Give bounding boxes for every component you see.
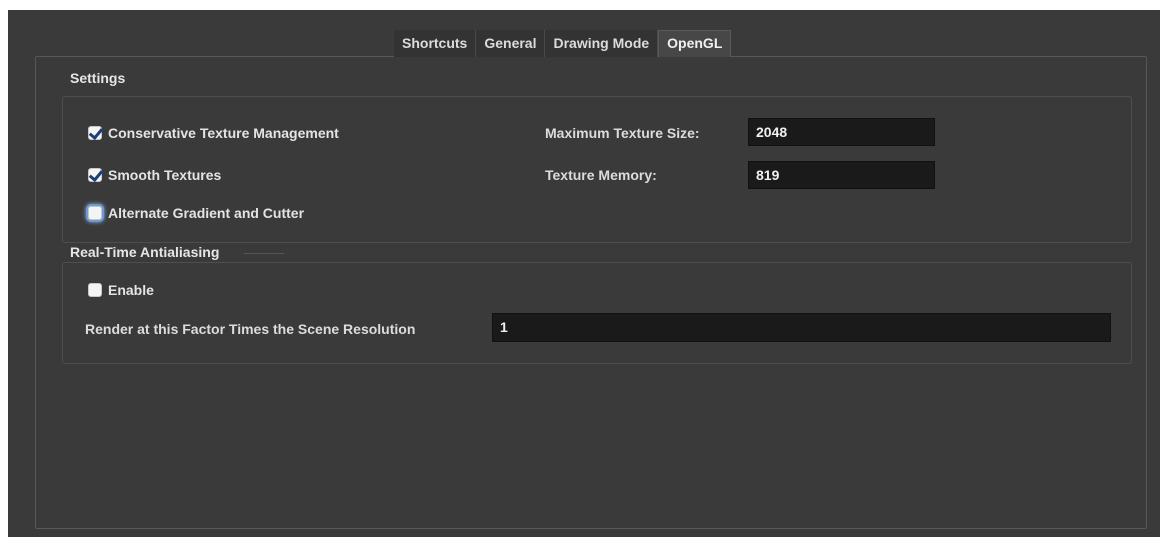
conservative-texture-label: Conservative Texture Management <box>108 125 339 141</box>
conservative-texture-checkbox[interactable] <box>88 126 102 140</box>
settings-group-title: Settings <box>70 70 126 86</box>
antialiasing-group-title: Real-Time Antialiasing <box>70 244 220 260</box>
max-texture-size-label: Maximum Texture Size: <box>545 125 700 141</box>
alternate-gradient-checkbox[interactable] <box>88 206 102 220</box>
tab-opengl[interactable]: OpenGL <box>658 30 732 57</box>
smooth-textures-checkbox[interactable] <box>88 168 102 182</box>
tab-bar: Shortcuts General Drawing Mode OpenGL <box>394 30 732 57</box>
alternate-gradient-label: Alternate Gradient and Cutter <box>108 205 305 221</box>
enable-checkbox[interactable] <box>88 283 102 297</box>
smooth-textures-checkbox-row[interactable]: Smooth Textures <box>88 167 221 183</box>
preferences-window: Shortcuts General Drawing Mode OpenGL Se… <box>8 10 1160 537</box>
enable-label: Enable <box>108 282 154 298</box>
render-factor-field[interactable]: 1 <box>492 313 1111 342</box>
tab-drawing-mode[interactable]: Drawing Mode <box>545 30 659 57</box>
antialiasing-title-divider <box>244 253 284 254</box>
conservative-texture-checkbox-row[interactable]: Conservative Texture Management <box>88 125 339 141</box>
opengl-panel: Settings Conservative Texture Management… <box>35 56 1147 529</box>
enable-checkbox-row[interactable]: Enable <box>88 282 154 298</box>
alternate-gradient-checkbox-row[interactable]: Alternate Gradient and Cutter <box>88 205 304 221</box>
tab-general[interactable]: General <box>476 30 546 57</box>
render-factor-label: Render at this Factor Times the Scene Re… <box>85 321 416 337</box>
max-texture-size-field[interactable]: 2048 <box>748 118 935 146</box>
texture-memory-field[interactable]: 819 <box>748 161 935 189</box>
tab-shortcuts[interactable]: Shortcuts <box>394 30 477 57</box>
texture-memory-label: Texture Memory: <box>545 167 657 183</box>
smooth-textures-label: Smooth Textures <box>108 167 222 183</box>
